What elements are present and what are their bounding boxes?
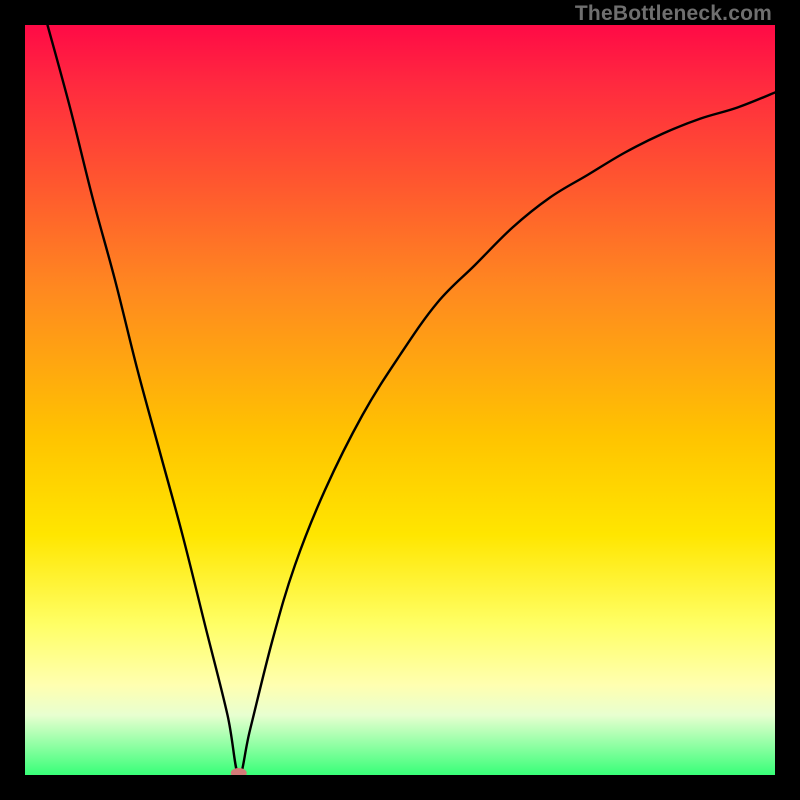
watermark-text: TheBottleneck.com [575, 2, 772, 26]
optimum-marker [231, 768, 247, 775]
chart-frame: TheBottleneck.com [0, 0, 800, 800]
bottleneck-curve [48, 25, 776, 775]
chart-svg [25, 25, 775, 775]
